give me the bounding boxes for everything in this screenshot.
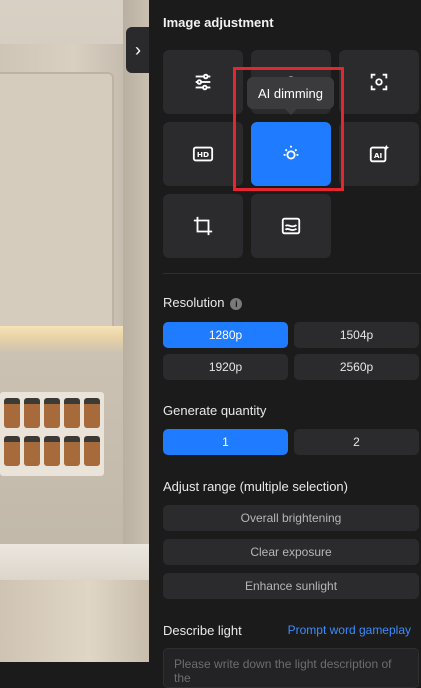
cabinet-lower	[0, 580, 149, 662]
chevron-right-icon: ›	[135, 39, 141, 60]
quantity-option-1[interactable]: 1	[163, 429, 288, 455]
spice-jar	[4, 398, 20, 428]
range-label: Adjust range (multiple selection)	[163, 479, 348, 494]
resolution-option-2560p[interactable]: 2560p	[294, 354, 419, 380]
describe-light-input[interactable]: Please write down the light description …	[163, 648, 419, 688]
describe-label: Describe light	[163, 623, 242, 638]
panel-title: Image adjustment	[163, 15, 274, 30]
tool-sliders[interactable]	[163, 50, 243, 114]
tool-hd[interactable]: HD	[163, 122, 243, 186]
spice-jar	[4, 436, 20, 466]
tool-ai-text[interactable]: AI	[339, 122, 419, 186]
tool-crop[interactable]	[163, 194, 243, 258]
spice-jar	[64, 436, 80, 466]
resolution-option-1504p[interactable]: 1504p	[294, 322, 419, 348]
spice-jar	[64, 398, 80, 428]
resolution-option-1280p[interactable]: 1280p	[163, 322, 288, 348]
ai-sparkle-icon: AI	[369, 144, 390, 163]
tool-ai-dimming[interactable]	[251, 122, 331, 186]
range-option-enhance-sunlight[interactable]: Enhance sunlight	[163, 573, 419, 599]
resolution-label-text: Resolution	[163, 295, 225, 310]
spice-jar	[84, 398, 100, 428]
svg-text:AI: AI	[374, 151, 383, 160]
spice-jar	[84, 436, 100, 466]
range-option-overall-brightening[interactable]: Overall brightening	[163, 505, 419, 531]
image-preview	[0, 0, 149, 662]
spice-rack	[0, 392, 104, 476]
divider	[163, 273, 421, 274]
range-option-clear-exposure[interactable]: Clear exposure	[163, 539, 419, 565]
spice-jar	[44, 398, 60, 428]
spice-jar	[24, 398, 40, 428]
describe-placeholder: Please write down the light description …	[174, 657, 392, 685]
cabinet-door	[0, 72, 114, 334]
prompt-word-gameplay-link[interactable]: Prompt word gameplay	[288, 623, 411, 637]
tooltip-ai-dimming: AI dimming	[247, 77, 334, 115]
tool-landscape[interactable]	[251, 194, 331, 258]
countertop	[0, 544, 149, 580]
quantity-option-2[interactable]: 2	[294, 429, 419, 455]
spice-jar	[44, 436, 60, 466]
hd-icon: HD	[192, 146, 214, 162]
quantity-label: Generate quantity	[163, 403, 267, 418]
spice-jar	[24, 436, 40, 466]
collapse-panel-button[interactable]: ›	[126, 27, 150, 73]
tool-object-ai[interactable]	[339, 50, 419, 114]
resolution-option-1920p[interactable]: 1920p	[163, 354, 288, 380]
ai-dimming-icon	[283, 145, 299, 160]
svg-text:HD: HD	[197, 150, 209, 159]
object-ai-icon	[370, 73, 388, 91]
info-icon[interactable]: i	[230, 298, 243, 310]
crop-icon	[193, 216, 213, 236]
under-cabinet-light	[0, 326, 123, 354]
landscape-icon	[281, 217, 301, 235]
sliders-icon	[195, 73, 211, 91]
resolution-label: Resolution i	[163, 295, 243, 310]
